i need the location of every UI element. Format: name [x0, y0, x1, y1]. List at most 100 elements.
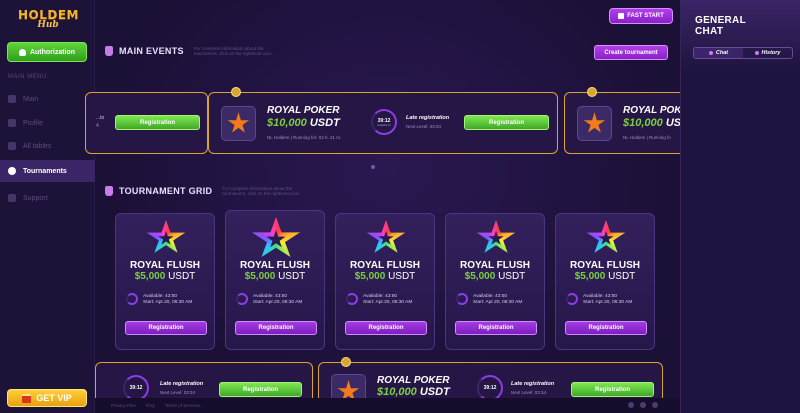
timer-sub: Available for [377, 123, 391, 127]
prize-amount: $5,000 [464, 271, 496, 282]
tab-chat[interactable]: Chat [694, 48, 743, 58]
available-text: Available: 43:50 [363, 294, 398, 299]
footer-link-terms[interactable]: Terms of Services [165, 403, 201, 408]
card-title: ROYAL FLUSH [569, 260, 640, 271]
sidebar-item-all-tables[interactable]: All tables [0, 135, 95, 157]
registration-button[interactable]: Registration [455, 321, 537, 335]
event-sub: 4 [96, 123, 99, 129]
event-title: ROYAL POKER [377, 375, 450, 386]
event-card-partial-left[interactable]: ...to 4 Registration [85, 92, 208, 154]
authorization-button[interactable]: Authorization [7, 42, 87, 62]
footer-link-faq[interactable]: FAQ [146, 403, 155, 408]
lightning-icon [618, 13, 625, 19]
section-title: MAIN EVENTS [119, 46, 184, 56]
rainbow-star-icon [586, 220, 626, 256]
event-prize: $10,000 USDT [377, 386, 450, 398]
tab-history[interactable]: History [743, 48, 792, 58]
next-level-label: Next Level: 03:34 [406, 124, 442, 129]
event-thumbnail [577, 106, 612, 141]
card-prize: $5,000 USDT [556, 271, 654, 282]
registration-button[interactable]: Registration [464, 115, 549, 130]
registration-button[interactable]: Registration [115, 115, 200, 130]
sidebar-item-profile[interactable]: Profile [0, 112, 95, 134]
menu-label: MAIN MENU [8, 74, 47, 80]
get-vip-label: GET VIP [36, 393, 72, 403]
crown-icon [341, 357, 351, 367]
tournament-grid-header: TOURNAMENT GRID For complete information… [105, 186, 312, 196]
tournament-card[interactable]: ROYAL FLUSH $5,000 USDT Available: 43:50… [555, 213, 655, 350]
rainbow-star-icon [251, 217, 301, 261]
telegram-icon[interactable] [652, 402, 658, 408]
prize-currency: USDT [168, 271, 196, 282]
start-text: Start: Apr.20, 06:30 AM [143, 300, 193, 305]
card-prize: $5,000 USDT [226, 271, 324, 282]
tournament-card-highlighted[interactable]: ROYAL FLUSH $5,000 USDT Available: 43:50… [225, 210, 325, 350]
chat-title-line2: CHAT [695, 26, 724, 37]
rainbow-star-icon [146, 220, 186, 256]
tables-icon [8, 142, 16, 150]
sidebar-item-label: Support [23, 194, 48, 202]
crown-icon [231, 87, 241, 97]
registration-button[interactable]: Registration [571, 382, 654, 397]
event-title: ROYAL POK [623, 105, 682, 116]
section-title: TOURNAMENT GRID [119, 186, 213, 196]
next-level-label: Next Level: 03:34 [160, 390, 196, 395]
sidebar-item-support[interactable]: Support [0, 187, 95, 209]
holdem-hub-logo[interactable]: HOLDEM Hub [18, 8, 79, 34]
start-text: Start: Apr.20, 06:30 AM [473, 300, 523, 305]
registration-button[interactable]: Registration [565, 321, 647, 335]
event-prize: $10,000 USDT [267, 117, 340, 129]
start-text: Start: Apr.20, 06:30 AM [363, 300, 413, 305]
prize-currency: USDT [498, 271, 526, 282]
tab-history-label: History [761, 50, 781, 56]
social-icons [622, 402, 658, 408]
timer-ring: 39:12 Available for [371, 109, 397, 135]
timer-value: 39:12 [129, 385, 143, 391]
fast-start-button[interactable]: FAST START [609, 8, 673, 24]
sidebar-item-tournaments[interactable]: Tournaments [0, 160, 95, 182]
sidebar-item-main[interactable]: Main [0, 88, 95, 110]
late-registration-label: Late registration [406, 115, 450, 121]
tournament-card[interactable]: ROYAL FLUSH $5,000 USDT Available: 43:50… [445, 213, 545, 350]
main-events-header: MAIN EVENTS For complete information abo… [105, 46, 284, 56]
get-vip-button[interactable]: GET VIP [7, 389, 87, 407]
available-text: Available: 43:50 [583, 294, 618, 299]
late-registration-label: Late registration [160, 381, 204, 387]
registration-button[interactable]: Registration [125, 321, 207, 335]
registration-button[interactable]: Registration [345, 321, 427, 335]
crown-icon [587, 87, 597, 97]
card-prize: $5,000 USDT [446, 271, 544, 282]
timer-value: 39:12 [483, 385, 497, 391]
discord-icon[interactable] [628, 402, 634, 408]
event-info: NL Holdem | Running fo [623, 135, 671, 140]
history-icon [754, 51, 759, 55]
event-title: ROYAL POKER [267, 105, 340, 116]
chat-icon [708, 51, 713, 55]
card-title: ROYAL FLUSH [349, 260, 420, 271]
general-chat-panel: GENERAL CHAT Chat History [680, 0, 800, 413]
authorization-label: Authorization [29, 48, 76, 56]
tournament-card[interactable]: ROYAL FLUSH $5,000 USDT Available: 43:50… [115, 213, 215, 350]
tournament-card[interactable]: ROYAL FLUSH $5,000 USDT Available: 43:50… [335, 213, 435, 350]
facebook-icon[interactable] [640, 402, 646, 408]
start-text: Start: Apr.20, 06:30 AM [253, 300, 303, 305]
main-content: FAST START MAIN EVENTS For complete info… [85, 0, 704, 413]
card-title: ROYAL FLUSH [459, 260, 530, 271]
prize-currency: USDT [388, 271, 416, 282]
card-title: ROYAL FLUSH [239, 260, 310, 271]
event-card-royal-poker[interactable]: ROYAL POKER $10,000 USDT NL Holdem | Run… [208, 87, 558, 154]
rainbow-star-icon [366, 220, 406, 256]
sidebar-item-label: All tables [23, 142, 52, 150]
sidebar: HOLDEM Hub Authorization MAIN MENU Main … [0, 0, 95, 413]
registration-button[interactable]: Registration [235, 321, 317, 335]
create-tournament-button[interactable]: Create tournament [594, 45, 668, 60]
registration-button[interactable]: Registration [219, 382, 302, 397]
prize-amount: $10,000 [623, 117, 663, 129]
support-icon [8, 194, 16, 202]
available-text: Available: 43:50 [473, 294, 508, 299]
trophy-icon [8, 167, 16, 175]
footer-link-privacy[interactable]: Privacy Plus [111, 403, 136, 408]
carousel-dot[interactable] [371, 165, 375, 169]
card-title: ROYAL FLUSH [129, 260, 200, 271]
section-note: For complete information about the tourn… [222, 186, 301, 196]
